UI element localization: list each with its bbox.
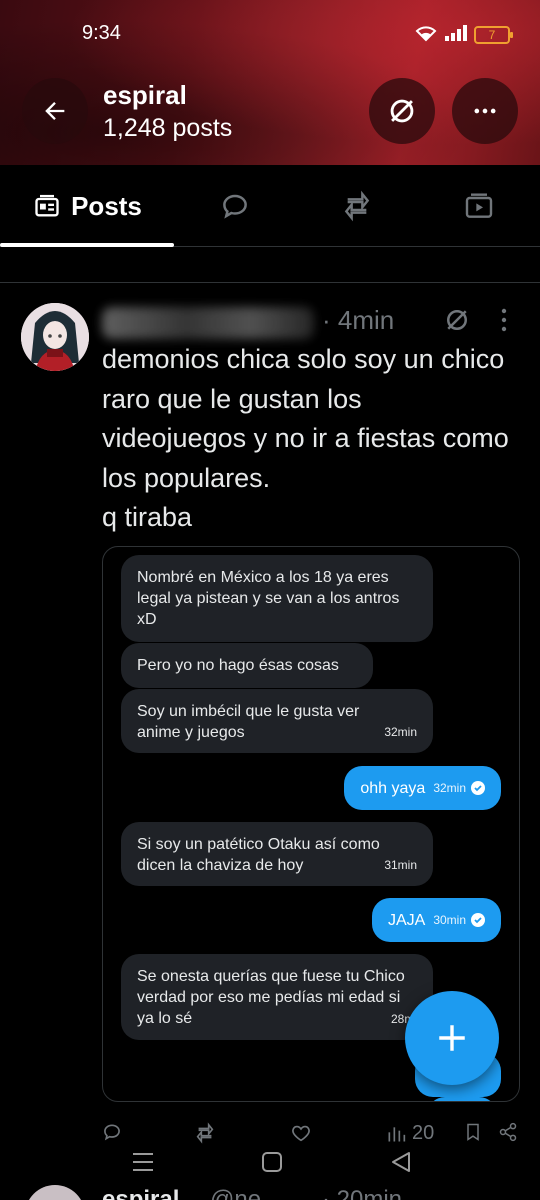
chat-message-text: Se onesta querías que fuese tu Chico ver… — [137, 968, 405, 1027]
post-timestamp: · 4min — [322, 305, 395, 335]
signal-icon — [444, 24, 468, 46]
recent-apps-button[interactable] — [131, 1150, 155, 1178]
chat-message-outgoing: JAJA 30min — [371, 898, 501, 942]
tab-reposts[interactable] — [322, 165, 392, 247]
share-button[interactable] — [498, 1122, 518, 1142]
arrow-left-icon — [45, 102, 65, 120]
reply-button[interactable] — [102, 1122, 122, 1142]
share-icon — [499, 1122, 517, 1142]
chat-message-time: 30min — [433, 912, 466, 927]
tab-posts[interactable]: Posts — [0, 165, 175, 247]
chat-message-incoming: Nombré en México a los 18 ya eres legal … — [121, 555, 433, 642]
post-grok-button[interactable] — [442, 305, 472, 339]
post-header: · 4min — [102, 303, 522, 339]
repost-icon — [344, 190, 370, 222]
more-button[interactable] — [452, 78, 518, 144]
reply-icon — [104, 1124, 120, 1141]
chat-message-text: JAJA — [387, 911, 426, 929]
profile-header-banner: 9:34 7 espiral 1,248 posts — [0, 0, 540, 165]
author-avatar[interactable] — [21, 303, 89, 371]
back-button[interactable] — [22, 78, 88, 144]
grok-button[interactable] — [369, 78, 435, 144]
author-name-redacted — [102, 307, 314, 339]
chat-message-incoming: Si soy un patético Otaku así como dicen … — [121, 822, 433, 886]
active-tab-indicator — [0, 243, 174, 247]
chat-message-time: 31min — [384, 858, 417, 872]
profile-name: espiral — [103, 80, 187, 110]
home-square-icon — [262, 1152, 282, 1172]
wifi-icon — [414, 24, 438, 46]
media-play-icon — [465, 193, 493, 218]
home-button[interactable] — [260, 1150, 284, 1178]
profile-post-count: 1,248 posts — [103, 114, 233, 142]
delivered-check-icon — [471, 781, 485, 795]
chat-message-text: Soy un imbécil que le gusta ver anime y … — [137, 703, 360, 741]
compose-post-button[interactable] — [405, 991, 499, 1085]
chat-message-text: Si soy un patético Otaku así como dicen … — [137, 836, 380, 874]
delivered-check-icon — [471, 913, 485, 927]
chat-message-time: 32min — [433, 780, 466, 795]
chat-message-text: ohh yaya — [360, 779, 426, 797]
chat-message-time: 32min — [384, 725, 417, 739]
chat-message-outgoing-partial — [427, 1097, 497, 1101]
chat-message-incoming: Pero yo no hago ésas cosas — [121, 643, 373, 688]
grok-icon — [390, 99, 414, 123]
status-bar: 9:34 7 — [0, 22, 540, 52]
battery-icon: 7 — [474, 26, 513, 44]
bookmark-icon — [467, 1123, 479, 1141]
reply-bubble-icon — [223, 194, 247, 219]
grok-icon — [447, 310, 467, 330]
plus-icon — [439, 1025, 465, 1051]
tab-media[interactable] — [444, 165, 514, 247]
feed-divider — [0, 282, 540, 283]
post-more-button[interactable] — [498, 307, 510, 337]
bookmark-button[interactable] — [464, 1122, 482, 1142]
recent-apps-icon — [133, 1153, 153, 1171]
chat-message-text: Pero yo no hago ésas cosas — [137, 657, 339, 674]
chat-message-text: Nombré en México a los 18 ya eres legal … — [137, 569, 400, 628]
battery-level: 7 — [488, 28, 496, 42]
posts-icon — [35, 194, 59, 217]
chat-message-incoming: Soy un imbécil que le gusta ver anime y … — [121, 689, 433, 753]
tab-replies[interactable] — [200, 165, 270, 247]
profile-tabs: Posts — [0, 165, 540, 247]
post-body-text: demonios chica solo soy un chico raro qu… — [102, 344, 509, 532]
triangle-back-icon — [392, 1152, 410, 1172]
tab-posts-label: Posts — [71, 190, 142, 221]
chat-message-outgoing: ohh yaya 32min — [344, 766, 501, 810]
system-navigation-bar — [0, 1140, 540, 1190]
more-horizontal-icon — [474, 108, 496, 114]
status-time: 9:34 — [82, 22, 121, 44]
more-vertical-icon — [501, 308, 507, 332]
system-icons: 7 — [414, 24, 513, 46]
chat-message-incoming: Se onesta querías que fuese tu Chico ver… — [121, 954, 433, 1040]
system-back-button[interactable] — [389, 1150, 413, 1178]
